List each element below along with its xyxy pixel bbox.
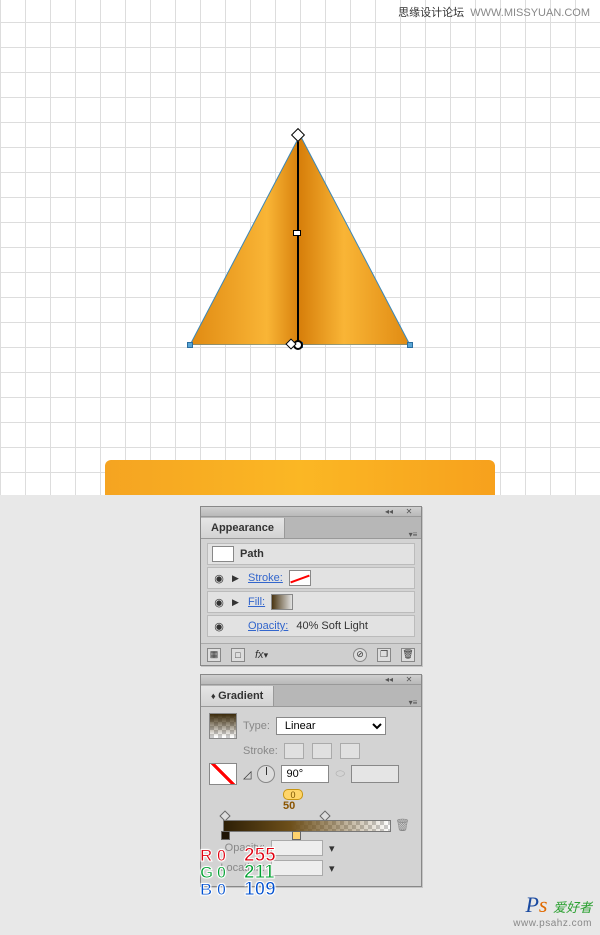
- fill-label[interactable]: Fill:: [248, 596, 265, 608]
- panel-close-icon[interactable]: ✕: [401, 676, 417, 684]
- stroke-label[interactable]: Stroke:: [248, 572, 283, 584]
- b-value: 109: [244, 881, 276, 898]
- gradient-tab[interactable]: ♦ Gradient: [201, 686, 274, 706]
- stroke-gradient-label: Stroke:: [243, 745, 278, 757]
- visibility-eye-icon[interactable]: ◉: [212, 572, 226, 585]
- appearance-target-row[interactable]: Path: [207, 543, 415, 565]
- appearance-tab[interactable]: Appearance: [201, 518, 285, 538]
- gradient-preview-swatch[interactable]: [209, 713, 237, 739]
- stroke-grad-along-button: [312, 743, 332, 759]
- midpoint-readout: 0: [283, 789, 413, 800]
- stop-opacity-field[interactable]: [271, 840, 323, 856]
- opacity-row[interactable]: ◉ Opacity: 40% Soft Light: [207, 615, 415, 637]
- panel-menu-icon[interactable]: ▾≡: [405, 530, 421, 538]
- midpoint-value: 50: [283, 800, 295, 812]
- color-stop-2[interactable]: [292, 831, 301, 840]
- stroke-grad-within-button: [284, 743, 304, 759]
- gradient-mid-handle[interactable]: [293, 230, 301, 236]
- gradient-type-select[interactable]: Linear: [276, 717, 386, 735]
- disclosure-triangle-icon[interactable]: ▶: [232, 597, 242, 608]
- g-left-value: 0: [217, 864, 229, 881]
- new-art-check-icon[interactable]: ▦: [207, 648, 221, 662]
- angle-icon: ◿: [243, 768, 251, 781]
- aspect-input: [351, 765, 399, 783]
- not-allowed-icon[interactable]: ⊘: [353, 648, 367, 662]
- stroke-grad-across-button: [340, 743, 360, 759]
- rgb-highlight-overlay: 255 211 109: [244, 847, 276, 898]
- panel-controls: ◂◂ ✕: [201, 675, 421, 685]
- midpoint-bubble: 0: [283, 789, 303, 800]
- dropdown-icon[interactable]: ▾: [329, 842, 335, 855]
- gradient-ramp[interactable]: 🗑: [209, 816, 409, 836]
- fill-row[interactable]: ◉ ▶ Fill:: [207, 591, 415, 613]
- color-stop-1[interactable]: [221, 831, 230, 840]
- panel-collapse-icon[interactable]: ◂◂: [381, 676, 397, 684]
- anchor-point-bottom-right[interactable]: [407, 342, 413, 348]
- fill-gradient-swatch[interactable]: [271, 594, 293, 610]
- clear-appearance-icon[interactable]: □: [231, 648, 245, 662]
- r-left-value: 0: [217, 847, 229, 864]
- secondary-orange-shape: [105, 460, 495, 495]
- delete-stop-trash-icon[interactable]: 🗑: [395, 818, 409, 832]
- opacity-label[interactable]: Opacity:: [248, 620, 288, 632]
- visibility-eye-icon[interactable]: ◉: [212, 596, 226, 609]
- dropdown-icon[interactable]: ▾: [329, 862, 335, 875]
- watermark-bottom-right: Ps 爱好者 www.psahz.com: [513, 892, 592, 929]
- panel-menu-icon[interactable]: ▾≡: [405, 698, 421, 706]
- g-label: G: [200, 864, 212, 881]
- panel-collapse-icon[interactable]: ◂◂: [381, 508, 397, 516]
- visibility-eye-icon[interactable]: ◉: [212, 620, 226, 633]
- target-thumbnail: [212, 546, 234, 562]
- gradient-panel: ◂◂ ✕ ♦ Gradient ▾≡ Type: Linear Stroke:: [200, 674, 422, 887]
- type-label: Type:: [243, 720, 270, 732]
- aspect-icon: ⬭: [335, 768, 344, 781]
- panel-controls: ◂◂ ✕: [201, 507, 421, 517]
- stroke-row[interactable]: ◉ ▶ Stroke:: [207, 567, 415, 589]
- angle-input[interactable]: [281, 765, 329, 783]
- stop-location-field[interactable]: [271, 860, 323, 876]
- angle-dial[interactable]: [257, 765, 275, 783]
- stroke-none-swatch[interactable]: [289, 570, 311, 586]
- appearance-panel: ◂◂ ✕ Appearance ▾≡ Path ◉ ▶ Stroke: ◉ ▶ …: [200, 506, 422, 666]
- b-label: B: [200, 881, 212, 898]
- rgb-annotation-overlay: R 0 G 0 B 0: [200, 847, 229, 898]
- duplicate-icon[interactable]: ❐: [377, 648, 391, 662]
- reverse-fill-stroke[interactable]: [209, 763, 237, 785]
- gradient-annotator[interactable]: [297, 135, 299, 345]
- add-effect-button[interactable]: fx▾: [255, 649, 268, 661]
- panel-close-icon[interactable]: ✕: [401, 508, 417, 516]
- anchor-point-bottom-left[interactable]: [187, 342, 193, 348]
- b-left-value: 0: [217, 881, 229, 898]
- gradient-bar[interactable]: [223, 820, 391, 832]
- trash-icon[interactable]: 🗑: [401, 648, 415, 662]
- watermark-top: 思缘设计论坛 WWW.MISSYUAN.COM: [398, 4, 590, 20]
- canvas-grid[interactable]: [0, 0, 600, 495]
- appearance-footer: ▦ □ fx▾ ⊘ ❐ 🗑: [201, 643, 421, 665]
- target-name: Path: [240, 548, 264, 560]
- r-label: R: [200, 847, 212, 864]
- selected-cone-path[interactable]: [190, 135, 410, 345]
- opacity-value: 40% Soft Light: [296, 620, 368, 632]
- disclosure-triangle-icon[interactable]: ▶: [232, 573, 242, 584]
